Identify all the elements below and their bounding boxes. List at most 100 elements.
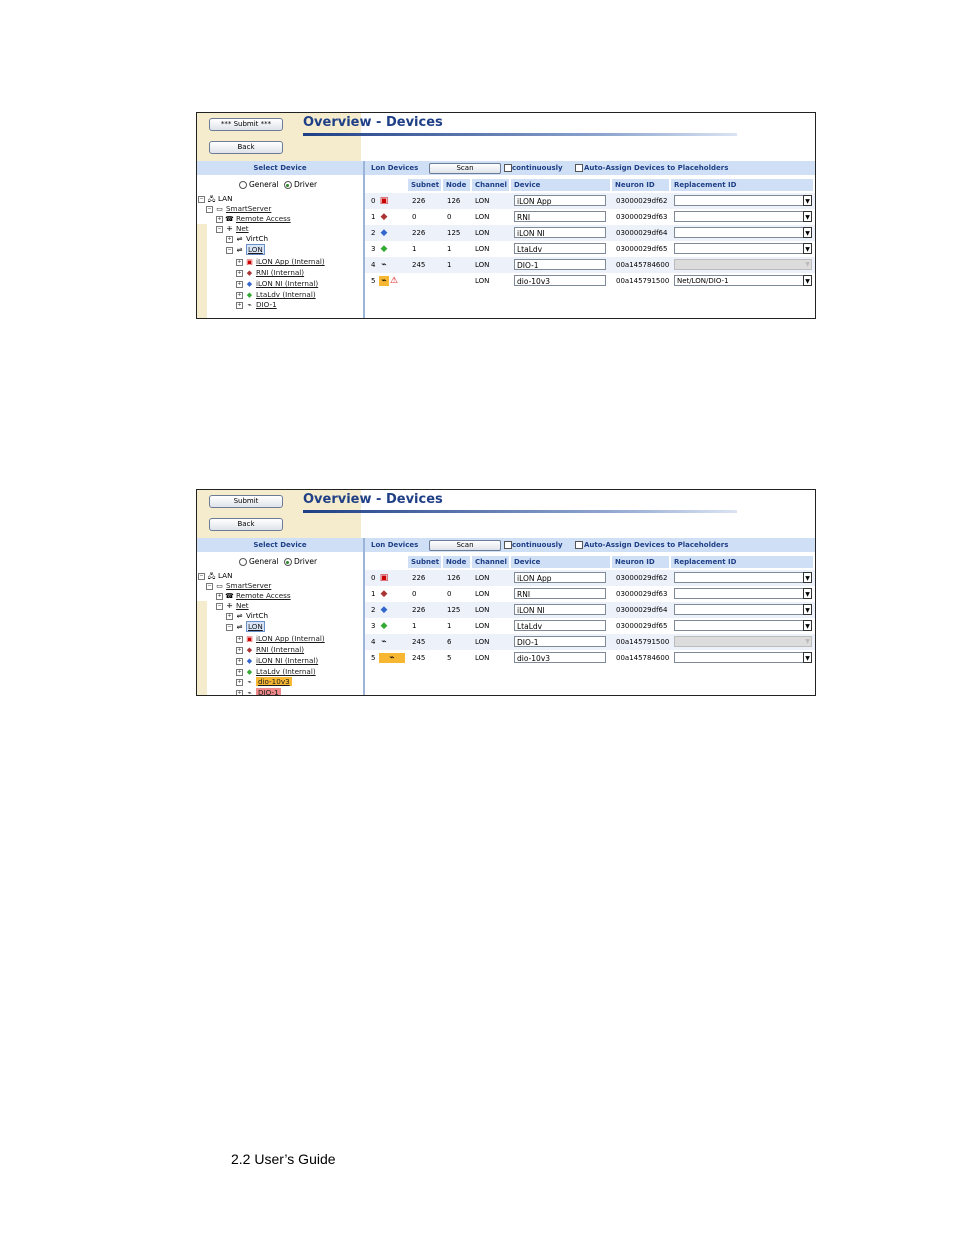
scan-button[interactable]: Scan: [429, 540, 501, 551]
collapse-icon[interactable]: −: [226, 246, 233, 254]
collapse-icon[interactable]: −: [206, 205, 213, 213]
device-name-input[interactable]: LtaLdv: [514, 620, 606, 631]
tree-item-dio-10v3[interactable]: + ⌁ dio-10v3: [236, 677, 292, 687]
device-name-input[interactable]: iLON NI: [514, 227, 606, 238]
tree-item-remote-access[interactable]: + ☎ Remote Access: [216, 591, 291, 601]
chevron-down-icon[interactable]: ▼: [803, 620, 812, 631]
device-name-input[interactable]: iLON App: [514, 195, 606, 206]
collapse-icon[interactable]: −: [216, 225, 223, 233]
chevron-down-icon[interactable]: ▼: [803, 275, 812, 286]
submit-button[interactable]: Submit: [209, 495, 283, 508]
continuously-label: continuously: [512, 541, 563, 549]
expand-icon[interactable]: +: [236, 269, 243, 277]
expand-icon[interactable]: +: [216, 592, 223, 600]
rni-icon: ◆: [246, 646, 253, 654]
chevron-down-icon[interactable]: ▼: [803, 227, 812, 238]
tree-item-net[interactable]: − ⁜ Net: [216, 224, 249, 234]
collapse-icon[interactable]: −: [206, 582, 213, 590]
submit-button[interactable]: *** Submit ***: [209, 118, 283, 131]
device-name-input[interactable]: DIO-1: [514, 259, 606, 270]
dio-icon: ⌁: [379, 653, 405, 663]
auto-assign-checkbox[interactable]: [575, 541, 583, 549]
expand-icon[interactable]: +: [216, 215, 223, 223]
tree-item-virtch[interactable]: + ⇌ VirtCh: [226, 234, 268, 244]
tree-item-ilon-app[interactable]: + ▣ iLON App (Internal): [236, 634, 325, 644]
expand-icon[interactable]: +: [236, 678, 243, 686]
replacement-id-select[interactable]: ▼: [674, 604, 812, 615]
chevron-down-icon[interactable]: ▼: [803, 652, 812, 663]
device-name-input[interactable]: RNI: [514, 588, 606, 599]
ltaldv-icon: ◆: [246, 291, 253, 299]
tree-item-dio-1[interactable]: + ⌁ DIO-1: [236, 688, 281, 695]
expand-icon[interactable]: +: [236, 291, 243, 299]
tree-item-ltaldv[interactable]: + ◆ LtaLdv (Internal): [236, 667, 316, 677]
radio-driver[interactable]: [283, 558, 292, 566]
tree-item-ilon-ni[interactable]: + ◆ iLON NI (Internal): [236, 279, 318, 289]
expand-icon[interactable]: +: [236, 689, 243, 695]
tree-item-virtch[interactable]: + ⇌ VirtCh: [226, 611, 268, 621]
tree-item-smartserver[interactable]: − ▭ SmartServer: [206, 581, 271, 591]
replacement-id-select[interactable]: ▼: [674, 588, 812, 599]
replacement-id-select[interactable]: ▼: [674, 211, 812, 222]
replacement-id-select[interactable]: ▼: [674, 243, 812, 254]
tree-item-dio-1[interactable]: + ⌁ DIO-1: [236, 300, 277, 310]
continuously-checkbox[interactable]: [504, 541, 512, 549]
continuously-checkbox[interactable]: [504, 164, 512, 172]
back-button[interactable]: Back: [209, 518, 283, 531]
replacement-id-select[interactable]: ▼: [674, 227, 812, 238]
replacement-id-select[interactable]: Net/LON/DIO-1 ▼: [674, 275, 812, 286]
chevron-down-icon[interactable]: ▼: [803, 604, 812, 615]
device-name-input[interactable]: dio-10v3: [514, 275, 606, 286]
device-name-input[interactable]: DIO-1: [514, 636, 606, 647]
expand-icon[interactable]: +: [236, 657, 243, 665]
radio-general[interactable]: [239, 558, 247, 566]
tree-item-ilon-app[interactable]: + ▣ iLON App (Internal): [236, 257, 325, 267]
device-name-input[interactable]: LtaLdv: [514, 243, 606, 254]
chevron-down-icon[interactable]: ▼: [803, 195, 812, 206]
collapse-icon[interactable]: −: [198, 572, 205, 580]
device-name-input[interactable]: iLON App: [514, 572, 606, 583]
tree-item-ilon-ni[interactable]: + ◆ iLON NI (Internal): [236, 656, 318, 666]
chevron-down-icon[interactable]: ▼: [803, 588, 812, 599]
expand-icon[interactable]: +: [236, 668, 243, 676]
scan-button[interactable]: Scan: [429, 163, 501, 174]
tree-item-lan[interactable]: − 🖧 LAN: [198, 571, 232, 581]
rni-icon: ◆: [246, 269, 253, 277]
back-button[interactable]: Back: [209, 141, 283, 154]
replacement-id-select[interactable]: ▼: [674, 652, 812, 663]
expand-icon[interactable]: +: [236, 258, 243, 266]
collapse-icon[interactable]: −: [226, 623, 233, 631]
tree-item-remote-access[interactable]: + ☎ Remote Access: [216, 214, 291, 224]
chevron-down-icon[interactable]: ▼: [803, 211, 812, 222]
tree-item-smartserver[interactable]: − ▭ SmartServer: [206, 204, 271, 214]
expand-icon[interactable]: +: [236, 301, 243, 309]
tree-item-lan[interactable]: − 🖧 LAN: [198, 194, 232, 204]
replacement-id-select[interactable]: ▼: [674, 620, 812, 631]
expand-icon[interactable]: +: [236, 635, 243, 643]
expand-icon[interactable]: +: [226, 235, 233, 243]
devices-table-header: Subnet Node Channel Device Neuron ID Rep…: [365, 556, 815, 568]
collapse-icon[interactable]: −: [198, 195, 205, 203]
radio-general[interactable]: [239, 181, 247, 189]
chevron-down-icon[interactable]: ▼: [803, 243, 812, 254]
auto-assign-checkbox[interactable]: [575, 164, 583, 172]
expand-icon[interactable]: +: [236, 280, 243, 288]
tree-item-net[interactable]: − ⁜ Net: [216, 601, 249, 611]
replacement-id-select[interactable]: ▼: [674, 572, 812, 583]
chevron-down-icon[interactable]: ▼: [803, 572, 812, 583]
table-row: 1 ◆ 0 0 LON RNI 03000029df63 ▼: [365, 209, 815, 225]
tree-item-lon[interactable]: − ⇌ LON: [226, 621, 265, 632]
collapse-icon[interactable]: −: [216, 602, 223, 610]
tree-item-rni[interactable]: + ◆ RNI (Internal): [236, 268, 304, 278]
tree-item-ltaldv[interactable]: + ◆ LtaLdv (Internal): [236, 290, 316, 300]
expand-icon[interactable]: +: [236, 646, 243, 654]
replacement-id-select[interactable]: ▼: [674, 195, 812, 206]
tree-item-lon[interactable]: − ⇌ LON: [226, 244, 265, 255]
device-name-input[interactable]: iLON NI: [514, 604, 606, 615]
device-name-input[interactable]: RNI: [514, 211, 606, 222]
col-subnet: Subnet: [408, 179, 441, 191]
radio-driver[interactable]: [283, 181, 292, 189]
expand-icon[interactable]: +: [226, 612, 233, 620]
device-name-input[interactable]: dio-10v3: [514, 652, 606, 663]
tree-item-rni[interactable]: + ◆ RNI (Internal): [236, 645, 304, 655]
